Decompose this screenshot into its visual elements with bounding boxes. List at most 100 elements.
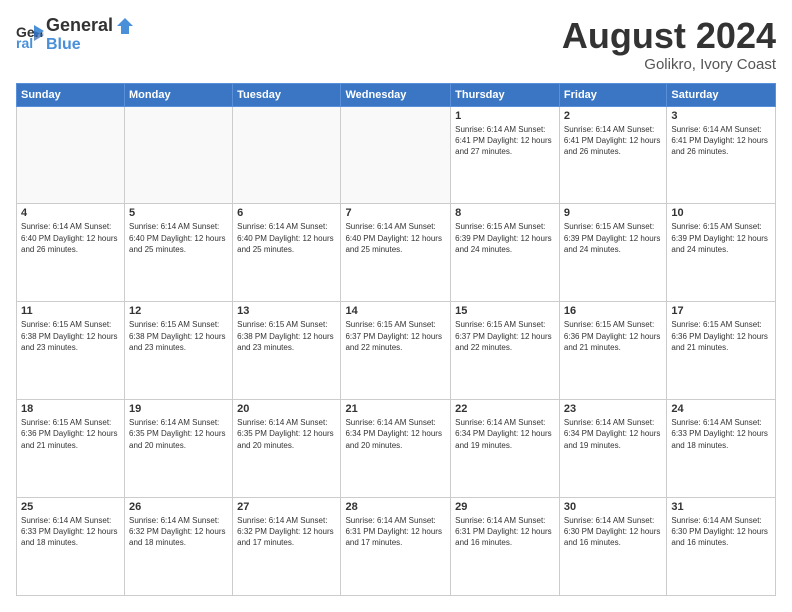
cell-info: Sunrise: 6:15 AM Sunset: 6:36 PM Dayligh… (671, 319, 771, 353)
cell-day-number: 3 (671, 110, 771, 122)
header: Gene ral General Blue August 2024 Golikr… (16, 16, 776, 73)
calendar-cell: 6Sunrise: 6:14 AM Sunset: 6:40 PM Daylig… (233, 204, 341, 302)
day-header-saturday: Saturday (667, 83, 776, 106)
cell-info: Sunrise: 6:15 AM Sunset: 6:39 PM Dayligh… (564, 221, 662, 255)
cell-info: Sunrise: 6:14 AM Sunset: 6:35 PM Dayligh… (237, 417, 336, 451)
month-title: August 2024 (562, 16, 776, 56)
cell-day-number: 13 (237, 305, 336, 317)
cell-day-number: 14 (345, 305, 446, 317)
cell-info: Sunrise: 6:14 AM Sunset: 6:35 PM Dayligh… (129, 417, 228, 451)
calendar-cell: 10 Sunrise: 6:15 AM Sunset: 6:39 PM Dayli… (667, 204, 776, 302)
calendar-week-1: 4 Sunrise: 6:14 AM Sunset: 6:40 PM Daylig… (17, 204, 776, 302)
cell-info: Sunrise: 6:14 AM Sunset: 6:31 PM Dayligh… (455, 515, 555, 549)
cell-info: Sunrise: 6:14 AM Sunset: 6:32 PM Dayligh… (129, 515, 228, 549)
day-header-thursday: Thursday (451, 83, 560, 106)
cell-day-number: 28 (345, 501, 446, 513)
cell-day-number: 21 (345, 403, 446, 415)
cell-info: Sunrise: 6:14 AM Sunset: 6:32 PM Dayligh… (237, 515, 336, 549)
day-header-sunday: Sunday (17, 83, 125, 106)
logo-blue-decoration (115, 17, 133, 35)
cell-day-number: 25 (21, 501, 120, 513)
calendar-cell: 4 Sunrise: 6:14 AM Sunset: 6:40 PM Daylig… (17, 204, 125, 302)
cell-info: Sunrise: 6:14 AM Sunset: 6:40 PM Dayligh… (129, 221, 228, 255)
cell-day-number: 19 (129, 403, 228, 415)
calendar-cell: 23 Sunrise: 6:14 AM Sunset: 6:34 PM Dayli… (559, 400, 666, 498)
location: Golikro, Ivory Coast (562, 56, 776, 73)
calendar-cell: 18Sunrise: 6:15 AM Sunset: 6:36 PM Dayli… (17, 400, 125, 498)
cell-info: Sunrise: 6:15 AM Sunset: 6:38 PM Dayligh… (21, 319, 120, 353)
calendar-cell: 17 Sunrise: 6:15 AM Sunset: 6:36 PM Dayli… (667, 302, 776, 400)
calendar-cell: 11 Sunrise: 6:15 AM Sunset: 6:38 PM Dayli… (17, 302, 125, 400)
logo-line1: General (46, 15, 113, 35)
cell-day-number: 30 (564, 501, 662, 513)
cell-info: Sunrise: 6:15 AM Sunset: 6:38 PM Dayligh… (237, 319, 336, 353)
cell-info: Sunrise: 6:15 AM Sunset: 6:36 PM Dayligh… (21, 417, 120, 451)
calendar-cell: 7 Sunrise: 6:14 AM Sunset: 6:40 PM Daylig… (341, 204, 451, 302)
cell-info: Sunrise: 6:14 AM Sunset: 6:30 PM Dayligh… (671, 515, 771, 549)
calendar-cell: 26Sunrise: 6:14 AM Sunset: 6:32 PM Dayli… (125, 498, 233, 596)
calendar-table: SundayMondayTuesdayWednesdayThursdayFrid… (16, 83, 776, 596)
cell-info: Sunrise: 6:14 AM Sunset: 6:41 PM Dayligh… (671, 124, 771, 158)
cell-day-number: 4 (21, 207, 120, 219)
day-header-friday: Friday (559, 83, 666, 106)
calendar-cell: 27 Sunrise: 6:14 AM Sunset: 6:32 PM Dayli… (233, 498, 341, 596)
calendar-header-row: SundayMondayTuesdayWednesdayThursdayFrid… (17, 83, 776, 106)
calendar-cell: 9 Sunrise: 6:15 AM Sunset: 6:39 PM Daylig… (559, 204, 666, 302)
cell-day-number: 6 (237, 207, 336, 219)
cell-info: Sunrise: 6:15 AM Sunset: 6:38 PM Dayligh… (129, 319, 228, 353)
cell-day-number: 27 (237, 501, 336, 513)
calendar-week-4: 25 Sunrise: 6:14 AM Sunset: 6:33 PM Dayli… (17, 498, 776, 596)
calendar-cell: 15Sunrise: 6:15 AM Sunset: 6:37 PM Dayli… (451, 302, 560, 400)
cell-info: Sunrise: 6:14 AM Sunset: 6:34 PM Dayligh… (564, 417, 662, 451)
cell-day-number: 17 (671, 305, 771, 317)
cell-info: Sunrise: 6:15 AM Sunset: 6:36 PM Dayligh… (564, 319, 662, 353)
cell-day-number: 15 (455, 305, 555, 317)
calendar-cell: 19 Sunrise: 6:14 AM Sunset: 6:35 PM Dayli… (125, 400, 233, 498)
cell-info: Sunrise: 6:15 AM Sunset: 6:39 PM Dayligh… (455, 221, 555, 255)
calendar-cell: 12Sunrise: 6:15 AM Sunset: 6:38 PM Dayli… (125, 302, 233, 400)
day-header-tuesday: Tuesday (233, 83, 341, 106)
calendar-week-0: 1Sunrise: 6:14 AM Sunset: 6:41 PM Daylig… (17, 106, 776, 204)
cell-day-number: 9 (564, 207, 662, 219)
cell-day-number: 8 (455, 207, 555, 219)
calendar-cell: 13 Sunrise: 6:15 AM Sunset: 6:38 PM Dayli… (233, 302, 341, 400)
cell-info: Sunrise: 6:14 AM Sunset: 6:40 PM Dayligh… (345, 221, 446, 255)
calendar-cell (17, 106, 125, 204)
logo-icon: Gene ral (16, 21, 44, 49)
calendar-cell: 28Sunrise: 6:14 AM Sunset: 6:31 PM Dayli… (341, 498, 451, 596)
calendar-cell (125, 106, 233, 204)
cell-day-number: 7 (345, 207, 446, 219)
cell-info: Sunrise: 6:14 AM Sunset: 6:33 PM Dayligh… (21, 515, 120, 549)
cell-day-number: 20 (237, 403, 336, 415)
calendar-cell: 25 Sunrise: 6:14 AM Sunset: 6:33 PM Dayli… (17, 498, 125, 596)
cell-info: Sunrise: 6:15 AM Sunset: 6:39 PM Dayligh… (671, 221, 771, 255)
cell-info: Sunrise: 6:15 AM Sunset: 6:37 PM Dayligh… (345, 319, 446, 353)
calendar-cell (233, 106, 341, 204)
calendar-cell: 16 Sunrise: 6:15 AM Sunset: 6:36 PM Dayli… (559, 302, 666, 400)
cell-info: Sunrise: 6:14 AM Sunset: 6:33 PM Dayligh… (671, 417, 771, 451)
calendar-cell: 24Sunrise: 6:14 AM Sunset: 6:33 PM Dayli… (667, 400, 776, 498)
cell-info: Sunrise: 6:14 AM Sunset: 6:30 PM Dayligh… (564, 515, 662, 549)
calendar-cell: 30 Sunrise: 6:14 AM Sunset: 6:30 PM Dayli… (559, 498, 666, 596)
calendar-cell: 3 Sunrise: 6:14 AM Sunset: 6:41 PM Daylig… (667, 106, 776, 204)
calendar-cell: 22 Sunrise: 6:14 AM Sunset: 6:34 PM Dayli… (451, 400, 560, 498)
cell-day-number: 22 (455, 403, 555, 415)
cell-day-number: 31 (671, 501, 771, 513)
cell-info: Sunrise: 6:14 AM Sunset: 6:34 PM Dayligh… (455, 417, 555, 451)
calendar-week-3: 18Sunrise: 6:15 AM Sunset: 6:36 PM Dayli… (17, 400, 776, 498)
cell-day-number: 10 (671, 207, 771, 219)
cell-day-number: 16 (564, 305, 662, 317)
cell-info: Sunrise: 6:14 AM Sunset: 6:40 PM Dayligh… (21, 221, 120, 255)
cell-info: Sunrise: 6:14 AM Sunset: 6:34 PM Dayligh… (345, 417, 446, 451)
cell-day-number: 5 (129, 207, 228, 219)
title-block: August 2024 Golikro, Ivory Coast (562, 16, 776, 73)
cell-info: Sunrise: 6:14 AM Sunset: 6:41 PM Dayligh… (564, 124, 662, 158)
calendar-cell: 5 Sunrise: 6:14 AM Sunset: 6:40 PM Daylig… (125, 204, 233, 302)
calendar-cell: 8 Sunrise: 6:15 AM Sunset: 6:39 PM Daylig… (451, 204, 560, 302)
cell-info: Sunrise: 6:14 AM Sunset: 6:41 PM Dayligh… (455, 124, 555, 158)
calendar-cell: 2Sunrise: 6:14 AM Sunset: 6:41 PM Daylig… (559, 106, 666, 204)
calendar-cell: 20 Sunrise: 6:14 AM Sunset: 6:35 PM Dayli… (233, 400, 341, 498)
svg-text:ral: ral (16, 35, 33, 49)
cell-day-number: 11 (21, 305, 120, 317)
cell-day-number: 23 (564, 403, 662, 415)
